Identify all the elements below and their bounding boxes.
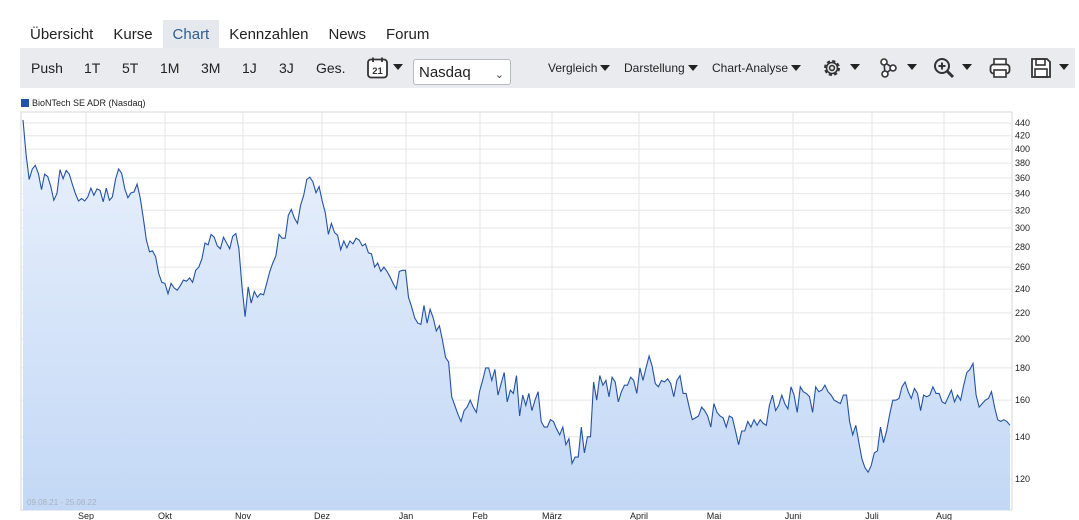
y-tick-label: 180 <box>1015 363 1030 373</box>
y-tick-label: 280 <box>1015 242 1030 252</box>
y-tick-label: 420 <box>1015 131 1030 141</box>
x-tick-label: März <box>542 511 562 520</box>
y-tick-label: 360 <box>1015 173 1030 183</box>
y-tick-label: 440 <box>1015 118 1030 128</box>
y-tick-label: 260 <box>1015 262 1030 272</box>
x-tick-label: Mai <box>707 511 722 520</box>
x-tick-label: Juni <box>785 511 802 520</box>
x-tick-label: April <box>630 511 648 520</box>
y-tick-label: 200 <box>1015 334 1030 344</box>
y-tick-label: 300 <box>1015 223 1030 233</box>
x-tick-label: Okt <box>158 511 173 520</box>
x-tick-label: Dez <box>314 511 331 520</box>
y-tick-label: 400 <box>1015 144 1030 154</box>
y-tick-label: 140 <box>1015 432 1030 442</box>
x-tick-label: Juli <box>865 511 879 520</box>
y-tick-label: 340 <box>1015 189 1030 199</box>
y-tick-label: 320 <box>1015 205 1030 215</box>
period-label: 09.08.21 - 25.08.22 <box>27 498 97 507</box>
x-axis: Sep Okt Nov Dez Jan Feb März April Mai Juni Juli Au… <box>78 511 952 520</box>
y-tick-label: 160 <box>1015 395 1030 405</box>
x-tick-label: Sep <box>78 511 94 520</box>
x-tick-label: Jan <box>399 511 414 520</box>
y-tick-label: 120 <box>1015 474 1030 484</box>
y-tick-label: 240 <box>1015 284 1030 294</box>
x-tick-label: Aug <box>936 511 952 520</box>
x-tick-label: Feb <box>472 511 488 520</box>
price-chart: 120 140 160 180 200 220 240 260 280 300 320 340 360 3… <box>20 111 1030 520</box>
y-axis: 120 140 160 180 200 220 240 260 280 300 320 340 360 3… <box>1015 118 1030 484</box>
x-tick-label: Nov <box>235 511 252 520</box>
y-tick-label: 380 <box>1015 158 1030 168</box>
y-tick-label: 220 <box>1015 308 1030 318</box>
